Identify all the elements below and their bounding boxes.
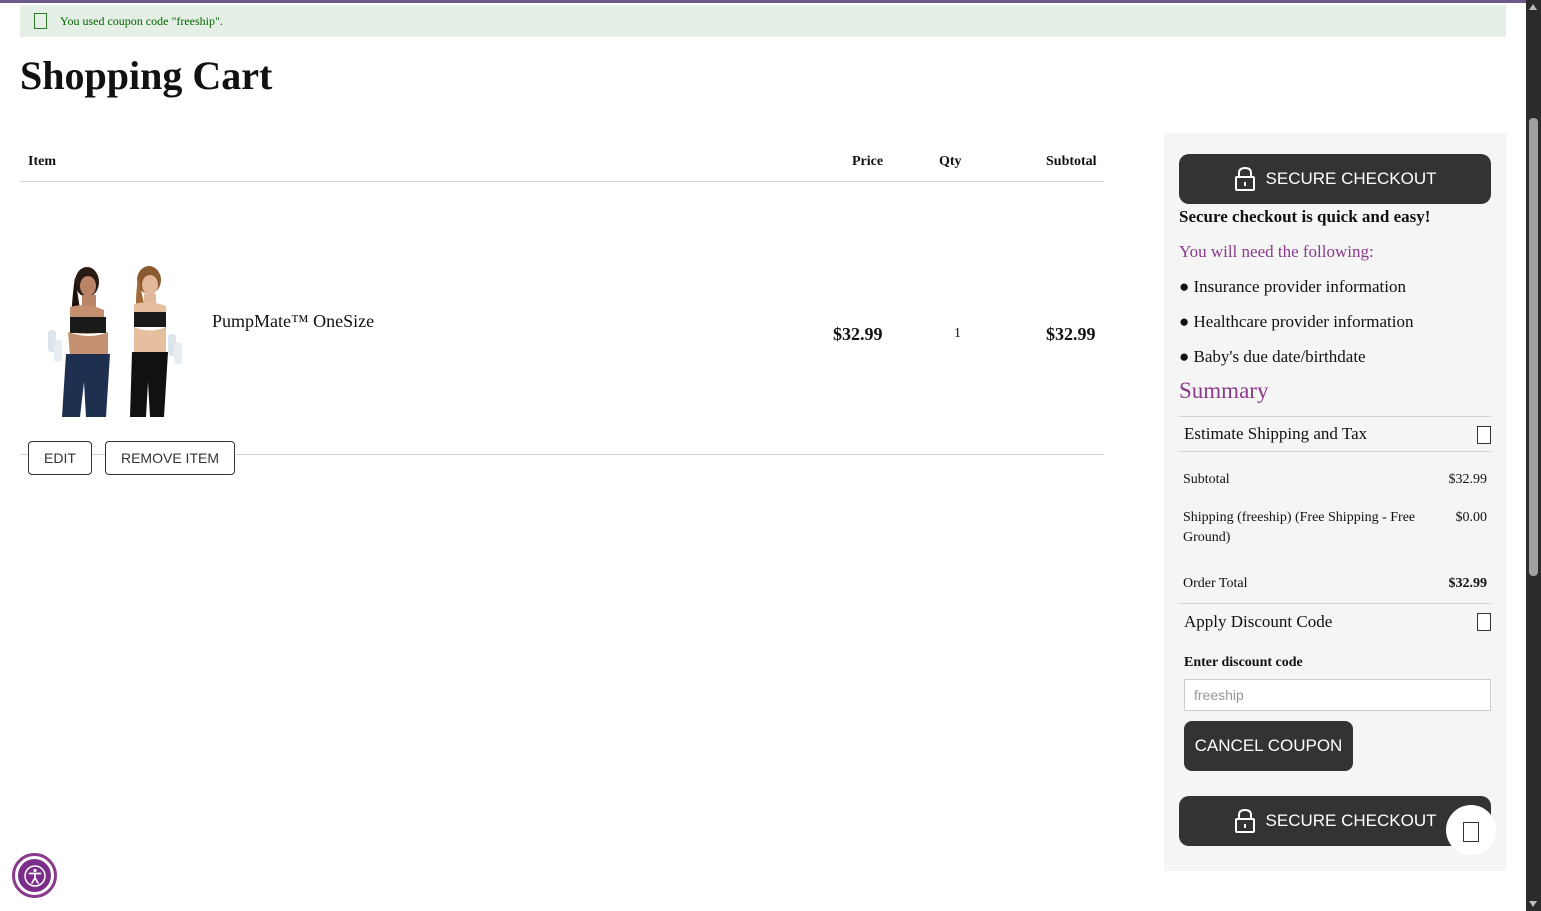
discount-code-placeholder: freeship [1194,687,1244,703]
header-subtotal: Subtotal [1046,154,1097,169]
cancel-coupon-button[interactable]: CANCEL COUPON [1184,721,1353,771]
expand-icon [1477,426,1491,444]
cart-item-row: PumpMate™ OneSize $32.99 1 $32.99 EDIT R… [20,182,1104,475]
secure-checkout-button-top[interactable]: SECURE CHECKOUT [1179,154,1491,204]
scrollbar-thumb[interactable] [1529,118,1538,576]
quick-easy-text: Secure checkout is quick and easy! [1179,207,1431,226]
page-title: Shopping Cart [20,53,273,98]
requirement-healthcare: ● Healthcare provider information [1179,312,1414,331]
item-subtotal: $32.99 [1046,324,1096,344]
subtotal-label: Subtotal [1183,472,1230,487]
requirement-insurance: ● Insurance provider information [1179,277,1406,296]
chat-widget-button[interactable] [1446,805,1496,855]
product-name[interactable]: PumpMate™ OneSize [212,311,374,332]
collapse-icon [1477,613,1491,631]
notice-checkbox-icon [34,13,47,29]
shipping-row: Shipping (freeship) (Free Shipping - Fre… [1183,508,1487,548]
shipping-value: $0.00 [1455,510,1488,525]
edit-button[interactable]: EDIT [28,441,92,475]
secure-checkout-label: SECURE CHECKOUT [1265,169,1437,188]
remove-item-button[interactable]: REMOVE ITEM [105,441,235,475]
apply-discount-label: Apply Discount Code [1184,611,1333,631]
item-price: $32.99 [833,324,883,344]
estimate-shipping-label: Estimate Shipping and Tax [1184,424,1368,443]
apply-discount-toggle[interactable]: Apply Discount Code [1179,603,1491,639]
coupon-notice: You used coupon code "freeship". [20,5,1506,37]
estimate-shipping-toggle[interactable]: Estimate Shipping and Tax [1179,416,1491,452]
lock-icon [1234,808,1255,833]
summary-title: Summary [1179,378,1269,403]
top-border [0,0,1526,3]
secure-checkout-button-bottom[interactable]: SECURE CHECKOUT [1179,796,1491,846]
item-qty: 1 [954,326,961,341]
secure-checkout-label: SECURE CHECKOUT [1265,811,1437,830]
page-scrollbar[interactable] [1526,0,1541,911]
shipping-label: Shipping (freeship) (Free Shipping - Fre… [1183,510,1416,545]
notice-message: You used coupon code "freeship". [60,13,223,28]
lock-icon [1234,166,1255,191]
header-item: Item [28,154,56,169]
cart-table-header: Item Price Qty Subtotal [20,140,1104,182]
requirement-due-date: ● Baby's due date/birthdate [1179,347,1366,366]
discount-field-label: Enter discount code [1184,655,1303,670]
order-total-value: $32.99 [1448,576,1488,591]
accessibility-button[interactable] [12,853,57,898]
cart-table: Item Price Qty Subtotal PumpMate™ OneSiz… [20,140,1104,475]
chat-icon [1463,822,1479,842]
scroll-up-arrow-icon[interactable] [1529,4,1537,10]
header-qty: Qty [939,154,962,169]
product-image[interactable] [42,262,192,417]
need-following-text: You will need the following: [1179,242,1374,261]
subtotal-value: $32.99 [1448,472,1488,487]
subtotal-row: Subtotal $32.99 [1183,472,1487,488]
accessibility-icon [18,859,51,892]
checkout-sidebar: SECURE CHECKOUT Secure checkout is quick… [1164,133,1506,871]
order-total-row: Order Total $32.99 [1183,576,1487,592]
order-total-label: Order Total [1183,576,1248,591]
header-price: Price [852,154,884,169]
discount-code-input[interactable]: freeship [1184,679,1491,711]
scroll-down-arrow-icon[interactable] [1529,901,1537,907]
